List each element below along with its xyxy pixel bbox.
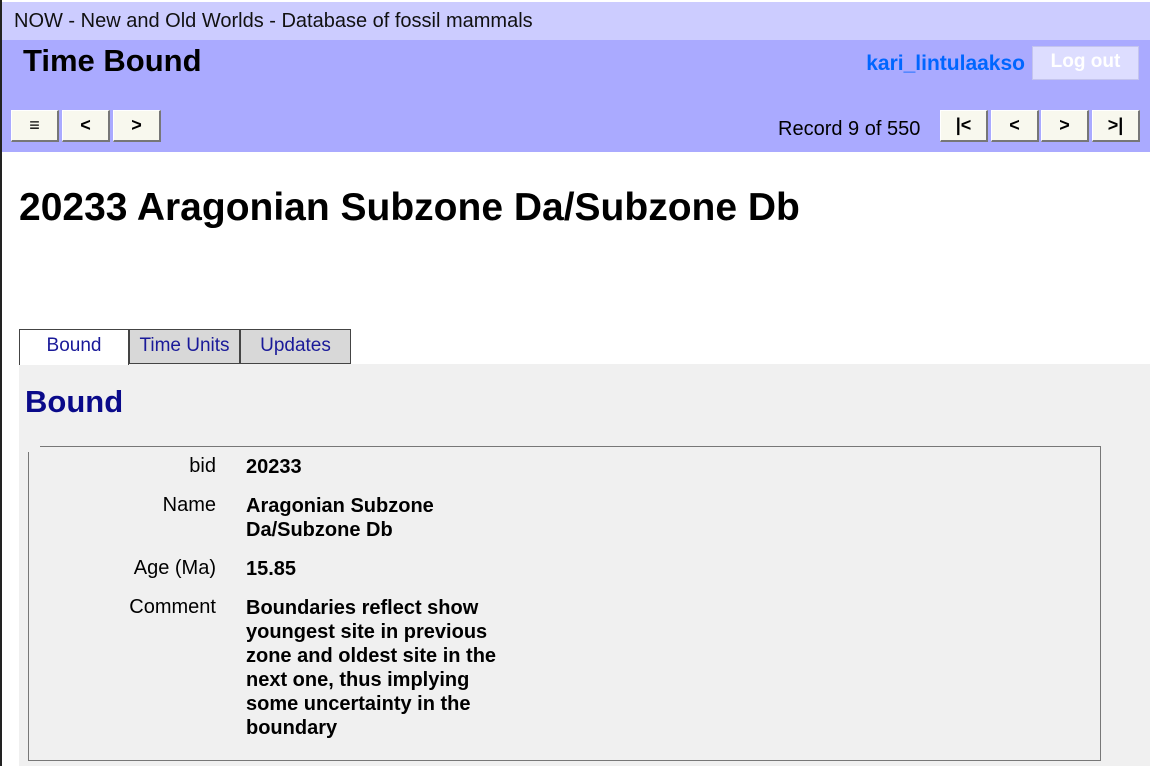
tab-content: Bound bid 20233 Name Aragonian Subzone D…	[19, 364, 1150, 766]
header: Time Bound kari_lintulaakso Log out ≡ < …	[2, 40, 1150, 152]
tab-bound[interactable]: Bound	[19, 329, 129, 365]
logout-button[interactable]: Log out	[1032, 46, 1139, 80]
field-label-bid: bid	[189, 455, 216, 477]
menu-icon: ≡	[29, 115, 40, 135]
tab-time-units[interactable]: Time Units	[129, 329, 240, 364]
last-icon: >|	[1107, 115, 1124, 135]
next-record-button[interactable]: >	[1041, 110, 1089, 142]
field-value-comment: Boundaries reflect show youngest site in…	[246, 597, 497, 739]
next-icon: >	[1059, 115, 1070, 135]
section-heading: Bound	[25, 384, 124, 419]
username-link[interactable]: kari_lintulaakso	[866, 52, 1025, 76]
record-counter: Record 9 of 550	[778, 118, 921, 140]
last-record-button[interactable]: >|	[1092, 110, 1140, 142]
menu-button[interactable]: ≡	[11, 110, 59, 142]
app-title: NOW - New and Old Worlds - Database of f…	[14, 10, 533, 32]
field-value-name: Aragonian Subzone Da/Subzone Db	[246, 495, 434, 541]
app-title-bar: NOW - New and Old Worlds - Database of f…	[2, 2, 1150, 40]
first-icon: |<	[955, 115, 972, 135]
back-icon: <	[80, 115, 91, 135]
back-button[interactable]: <	[62, 110, 110, 142]
field-value-age: 15.85	[246, 558, 297, 580]
first-record-button[interactable]: |<	[940, 110, 988, 142]
tab-updates[interactable]: Updates	[240, 329, 351, 364]
fieldset-notch	[28, 446, 40, 452]
page-title: Time Bound	[23, 43, 202, 78]
forward-button[interactable]: >	[113, 110, 161, 142]
forward-icon: >	[131, 115, 142, 135]
field-label-comment: Comment	[129, 596, 216, 618]
prev-icon: <	[1009, 115, 1020, 135]
field-value-bid: 20233	[246, 456, 302, 478]
record-title: 20233 Aragonian Subzone Da/Subzone Db	[19, 186, 800, 229]
field-label-age: Age (Ma)	[133, 557, 216, 579]
prev-record-button[interactable]: <	[991, 110, 1039, 142]
field-label-name: Name	[162, 494, 216, 516]
page: NOW - New and Old Worlds - Database of f…	[0, 0, 1150, 766]
bound-fieldset: bid 20233 Name Aragonian Subzone Da/Subz…	[28, 446, 1101, 761]
